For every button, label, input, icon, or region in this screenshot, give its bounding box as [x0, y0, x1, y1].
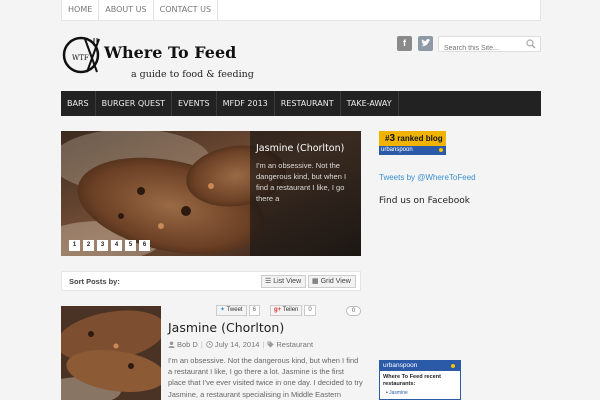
- badge-brand-label: urbanspoon: [381, 147, 413, 153]
- sort-bar: Sort Posts by: ☰ List View ▦ Grid View: [61, 271, 361, 291]
- post-author[interactable]: Bob D: [177, 340, 198, 349]
- widget-list: Jasmine: [380, 388, 460, 396]
- urbanspoon-rank-badge[interactable]: #3 ranked blog urbanspoon: [379, 131, 446, 155]
- slider-page-5[interactable]: 5: [125, 240, 136, 251]
- spoon-icon: [451, 364, 455, 368]
- gplus-icon: g+: [273, 307, 282, 313]
- slider-page-4[interactable]: 4: [111, 240, 122, 251]
- widget-title: Where To Feed recent restaurants:: [383, 374, 442, 387]
- facebook-icon[interactable]: f: [397, 36, 412, 51]
- tweet-label: Tweet: [226, 307, 243, 313]
- badge-rank-number: 3: [389, 133, 396, 144]
- widget-list-item[interactable]: Jasmine: [386, 390, 457, 396]
- tag-icon: [267, 341, 274, 348]
- gplus-label: Teilen: [282, 307, 299, 313]
- post-food-image: [61, 306, 161, 400]
- top-nav-about[interactable]: About Us: [99, 0, 154, 20]
- grid-view-button[interactable]: ▦ Grid View: [308, 275, 356, 288]
- author-icon: [168, 341, 175, 348]
- nav-item-burger-quest[interactable]: Burger Quest: [96, 91, 173, 116]
- grid-icon: ▦: [312, 278, 319, 285]
- site-name: Where To Feed: [104, 43, 237, 62]
- top-nav-contact[interactable]: Contact Us: [154, 0, 219, 20]
- gplus-share-button[interactable]: g+ Teilen: [269, 305, 303, 316]
- spoon-icon: [439, 148, 443, 152]
- slider-page-3[interactable]: 3: [97, 240, 108, 251]
- widget-brand: urbanspoon: [383, 362, 418, 369]
- search-input[interactable]: [439, 41, 524, 56]
- logo-mark-text: WTF: [72, 54, 89, 62]
- post-date: July 14, 2014: [214, 340, 260, 349]
- twitter-timeline-link[interactable]: Tweets by @WhereToFeed: [379, 173, 476, 182]
- site-search: [438, 36, 541, 56]
- comments-count-bubble[interactable]: 0: [346, 306, 361, 316]
- post-category[interactable]: Restaurant: [276, 340, 313, 349]
- grid-view-label: Grid View: [320, 278, 351, 285]
- post-excerpt: I'm an obsessive. Not the dangerous kind…: [168, 356, 363, 399]
- facebook-widget-heading: Find us on Facebook: [379, 196, 470, 206]
- post-title[interactable]: Jasmine (Chorlton): [168, 320, 284, 335]
- top-nav: Home About Us Contact Us: [61, 0, 541, 21]
- post-thumbnail[interactable]: [61, 306, 161, 400]
- post-meta: Bob D | July 14, 2014 | Restaurant: [168, 340, 313, 349]
- gplus-count: 0: [304, 305, 316, 316]
- slider-caption: Jasmine (Chorlton) I'm an obsessive. Not…: [250, 131, 361, 256]
- urbanspoon-widget: urbanspoon Where To Feed recent restaura…: [379, 360, 461, 400]
- featured-slider[interactable]: Jasmine (Chorlton) I'm an obsessive. Not…: [61, 131, 361, 256]
- nav-item-take-away[interactable]: Take-Away: [341, 91, 399, 116]
- badge-rank-label: ranked blog: [397, 134, 443, 143]
- twitter-bird-icon: ✦: [220, 307, 226, 313]
- sort-label: Sort Posts by:: [69, 277, 120, 286]
- nav-item-bars[interactable]: Bars: [61, 91, 96, 116]
- slider-pagination: 1 2 3 4 5 6: [69, 240, 153, 251]
- top-nav-home[interactable]: Home: [62, 0, 100, 20]
- badge-rank: #3 ranked blog: [379, 131, 446, 146]
- slider-title[interactable]: Jasmine (Chorlton): [256, 143, 355, 154]
- tweet-count: 6: [248, 305, 260, 316]
- slider-page-1[interactable]: 1: [69, 240, 80, 251]
- nav-item-events[interactable]: Events: [172, 91, 217, 116]
- main-nav: Bars Burger Quest Events MFDF 2013 Resta…: [61, 91, 541, 116]
- list-icon: ☰: [265, 278, 272, 285]
- slider-page-6[interactable]: 6: [139, 240, 150, 251]
- slider-text: I'm an obsessive. Not the dangerous kind…: [256, 161, 347, 203]
- list-view-label: List View: [273, 278, 302, 285]
- list-view-button[interactable]: ☰ List View: [261, 275, 307, 288]
- site-tagline: a guide to food & feeding: [131, 69, 254, 80]
- widget-header: urbanspoon: [380, 361, 460, 371]
- nav-item-restaurant[interactable]: Restaurant: [275, 91, 341, 116]
- nav-item-mfdf-2013[interactable]: MFDF 2013: [217, 91, 275, 116]
- clock-icon: [205, 341, 213, 348]
- slider-page-2[interactable]: 2: [83, 240, 94, 251]
- logo-fork-knife-icon: WTF: [62, 36, 100, 74]
- share-bar: ✦ Tweet 6 g+ Teilen 0: [216, 305, 318, 316]
- badge-brand: urbanspoon: [379, 146, 446, 155]
- site-logo[interactable]: WTF Where To Feed a guide to food & feed…: [61, 34, 261, 84]
- tweet-button[interactable]: ✦ Tweet: [216, 305, 247, 316]
- search-icon[interactable]: [526, 39, 536, 49]
- twitter-icon[interactable]: [418, 36, 433, 51]
